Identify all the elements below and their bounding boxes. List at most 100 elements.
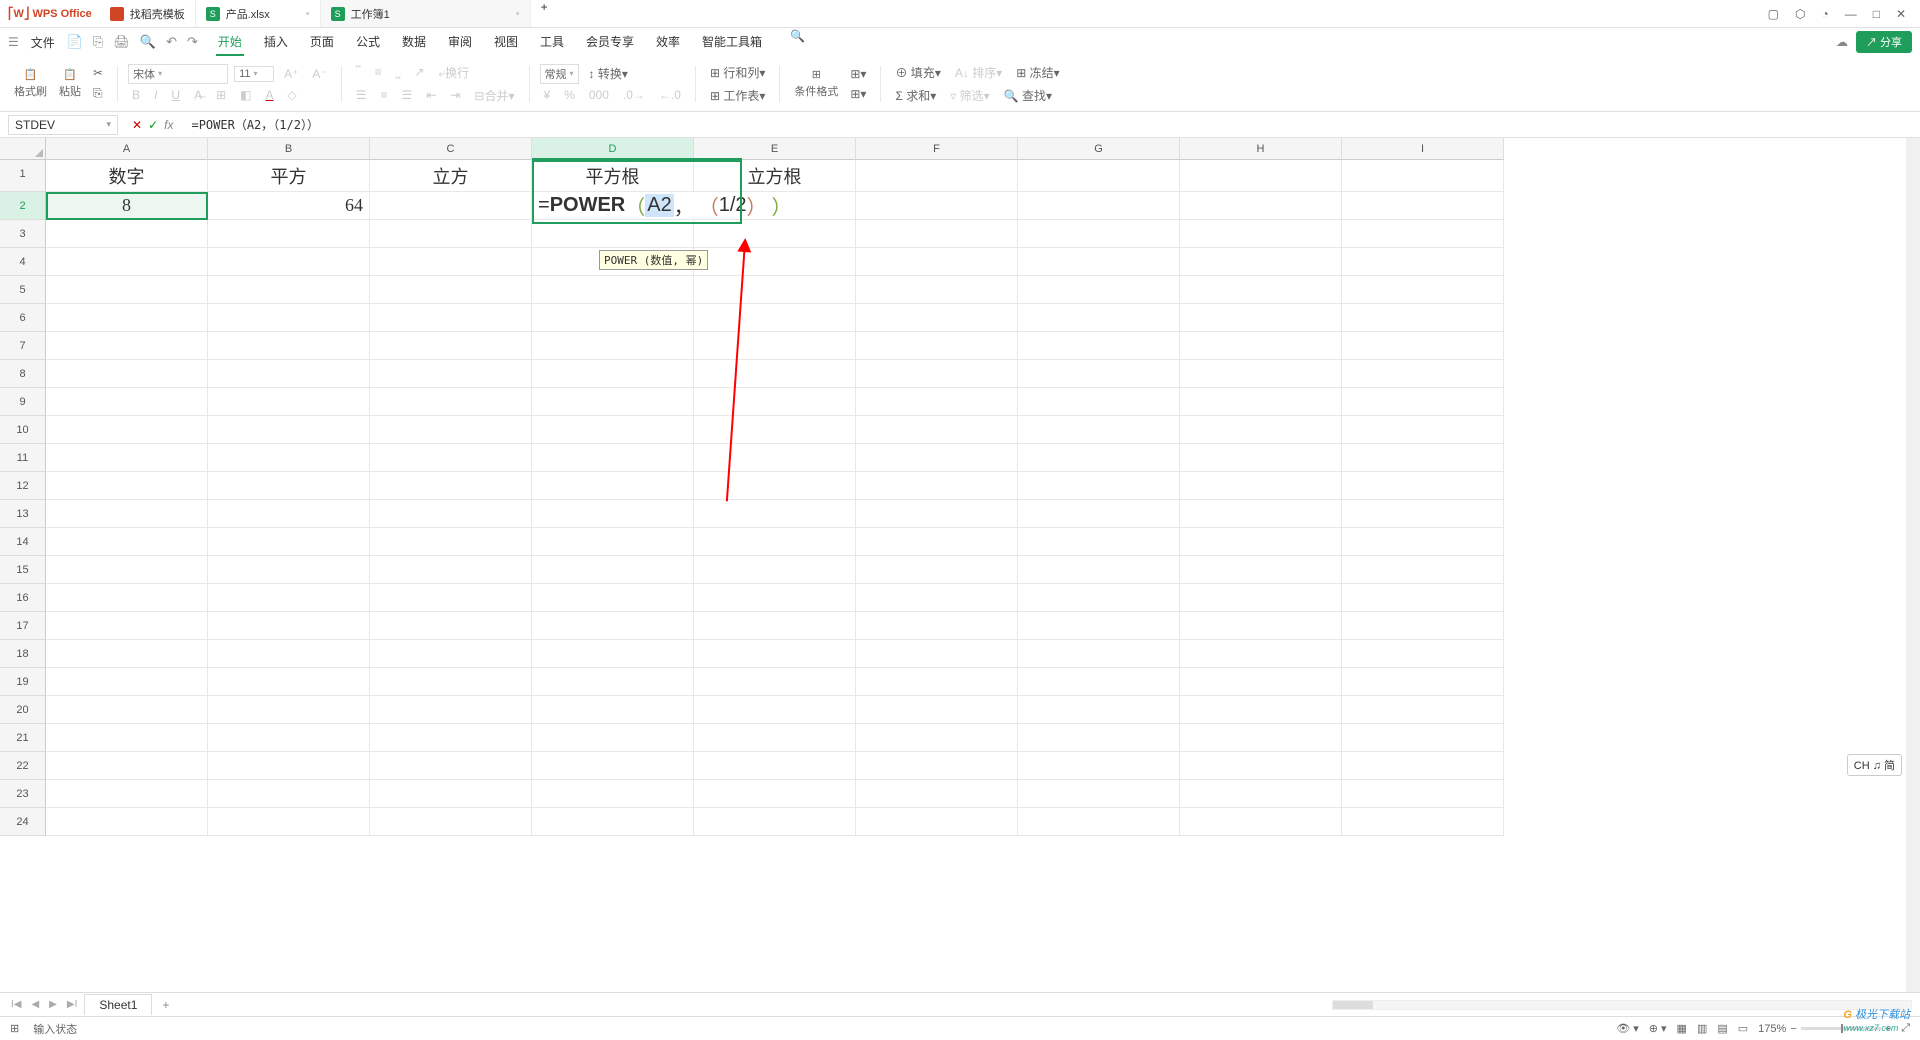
cell-G2[interactable] — [1018, 192, 1180, 220]
row-16[interactable]: 16 — [0, 584, 46, 612]
indent-dec-icon[interactable]: ⇤ — [422, 86, 440, 104]
freeze-button[interactable]: ⊞ 冻结▾ — [1012, 62, 1063, 83]
row-7[interactable]: 7 — [0, 332, 46, 360]
currency-icon[interactable]: ¥ — [540, 86, 555, 104]
cloud-icon[interactable]: ☁ — [1836, 35, 1848, 49]
name-box[interactable]: STDEV — [8, 115, 118, 135]
worksheet-button[interactable]: ⊞ 工作表▾ — [706, 85, 769, 106]
export-icon[interactable]: ⎘ — [93, 34, 103, 50]
search-icon[interactable]: 🔍 — [790, 29, 805, 56]
align-middle-icon[interactable]: ≡ — [371, 63, 386, 81]
col-D[interactable]: D — [532, 138, 694, 160]
preview-icon[interactable]: 🔍 — [140, 34, 156, 50]
menu-efficiency[interactable]: 效率 — [654, 29, 682, 56]
redo-icon[interactable]: ↷ — [187, 34, 198, 50]
cell-H2[interactable] — [1180, 192, 1342, 220]
page-view-icon[interactable]: ▥ — [1697, 1022, 1707, 1035]
box-icon[interactable]: ▢ — [1768, 7, 1779, 21]
cell-C2[interactable] — [370, 192, 532, 220]
cell-B2[interactable]: 64 — [208, 192, 370, 220]
increase-font-icon[interactable]: A⁺ — [280, 65, 302, 83]
row-5[interactable]: 5 — [0, 276, 46, 304]
row-9[interactable]: 9 — [0, 388, 46, 416]
comma-icon[interactable]: 000 — [585, 86, 613, 104]
row-20[interactable]: 20 — [0, 696, 46, 724]
col-E[interactable]: E — [694, 138, 856, 160]
align-left-icon[interactable]: ☰ — [352, 86, 371, 104]
row-8[interactable]: 8 — [0, 360, 46, 388]
col-B[interactable]: B — [208, 138, 370, 160]
align-top-icon[interactable]: ⎴ — [352, 63, 365, 82]
find-button[interactable]: 🔍 查找▾ — [1000, 85, 1056, 106]
convert-button[interactable]: ↕ 转换▾ — [585, 63, 632, 84]
highlight-icon[interactable]: ◇ — [284, 86, 301, 104]
print-icon[interactable]: 🖨 — [113, 34, 130, 50]
menu-home[interactable]: 开始 — [216, 29, 244, 56]
fill-color-icon[interactable]: ◧ — [236, 86, 255, 104]
col-G[interactable]: G — [1018, 138, 1180, 160]
number-format-combo[interactable]: 常规 — [540, 64, 579, 84]
percent-icon[interactable]: % — [560, 86, 579, 104]
inc-decimal-icon[interactable]: .0→ — [619, 86, 649, 104]
row-18[interactable]: 18 — [0, 640, 46, 668]
row-23[interactable]: 23 — [0, 780, 46, 808]
target-icon[interactable]: ⊕ ▾ — [1649, 1022, 1667, 1035]
row-10[interactable]: 10 — [0, 416, 46, 444]
menu-data[interactable]: 数据 — [400, 29, 428, 56]
pagebreak-view-icon[interactable]: ▤ — [1717, 1022, 1727, 1035]
menu-tools[interactable]: 工具 — [538, 29, 566, 56]
cell-A1[interactable]: 数字 — [46, 160, 208, 192]
cell-B1[interactable]: 平方 — [208, 160, 370, 192]
row-2[interactable]: 2 — [0, 192, 46, 220]
col-C[interactable]: C — [370, 138, 532, 160]
row-13[interactable]: 13 — [0, 500, 46, 528]
menu-insert[interactable]: 插入 — [262, 29, 290, 56]
col-A[interactable]: A — [46, 138, 208, 160]
cancel-formula-icon[interactable]: ✕ — [132, 118, 142, 132]
file-menu[interactable]: 文件 — [31, 34, 55, 51]
tab-workbook1[interactable]: S工作簿1• — [321, 0, 531, 27]
cell-E1[interactable]: 立方根 — [694, 160, 856, 192]
menu-toggle-icon[interactable]: ☰ — [8, 35, 19, 49]
cell-I1[interactable] — [1342, 160, 1504, 192]
border-icon[interactable]: ⊞ — [212, 86, 230, 104]
close-button[interactable]: ✕ — [1896, 7, 1906, 21]
last-sheet-icon[interactable]: ▶I — [64, 999, 80, 1010]
row-1[interactable]: 1 — [0, 160, 46, 192]
undo-icon[interactable]: ↶ — [166, 34, 177, 50]
minimize-button[interactable]: — — [1845, 7, 1857, 21]
row-19[interactable]: 19 — [0, 668, 46, 696]
add-sheet-button[interactable]: + — [156, 998, 175, 1012]
menu-member[interactable]: 会员专享 — [584, 29, 636, 56]
accept-formula-icon[interactable]: ✓ — [148, 118, 158, 132]
sum-button[interactable]: Σ 求和▾ — [891, 85, 940, 106]
orientation-icon[interactable]: ↗ — [410, 63, 428, 81]
row-4[interactable]: 4 — [0, 248, 46, 276]
font-name-combo[interactable]: 宋体 — [128, 64, 228, 84]
cond-format-button[interactable]: ⊞条件格式 — [790, 68, 842, 99]
select-all-corner[interactable] — [0, 138, 46, 160]
row-12[interactable]: 12 — [0, 472, 46, 500]
table-style-icon[interactable]: ⊞▾ — [846, 85, 870, 103]
align-center-icon[interactable]: ≡ — [377, 86, 392, 104]
menu-page[interactable]: 页面 — [308, 29, 336, 56]
row-11[interactable]: 11 — [0, 444, 46, 472]
menu-formula[interactable]: 公式 — [354, 29, 382, 56]
align-bottom-icon[interactable]: ⎵ — [392, 63, 405, 82]
decrease-font-icon[interactable]: A⁻ — [308, 65, 330, 83]
cell-E2[interactable] — [742, 192, 856, 220]
strike-icon[interactable]: A̶ — [190, 86, 206, 104]
col-F[interactable]: F — [856, 138, 1018, 160]
layout-icon[interactable]: ⊞ — [10, 1022, 19, 1035]
font-size-combo[interactable]: 11 — [234, 66, 274, 82]
menu-view[interactable]: 视图 — [492, 29, 520, 56]
row-14[interactable]: 14 — [0, 528, 46, 556]
cell-D1[interactable]: 平方根 — [532, 160, 694, 192]
row-3[interactable]: 3 — [0, 220, 46, 248]
cell-A2[interactable]: 8 — [46, 192, 208, 220]
merge-icon[interactable]: ⊟合并▾ — [470, 85, 518, 106]
zoom-out-icon[interactable]: − — [1790, 1023, 1796, 1035]
row-24[interactable]: 24 — [0, 808, 46, 836]
tab-product[interactable]: S产品.xlsx• — [196, 0, 321, 27]
horizontal-scrollbar[interactable] — [1332, 1000, 1912, 1010]
